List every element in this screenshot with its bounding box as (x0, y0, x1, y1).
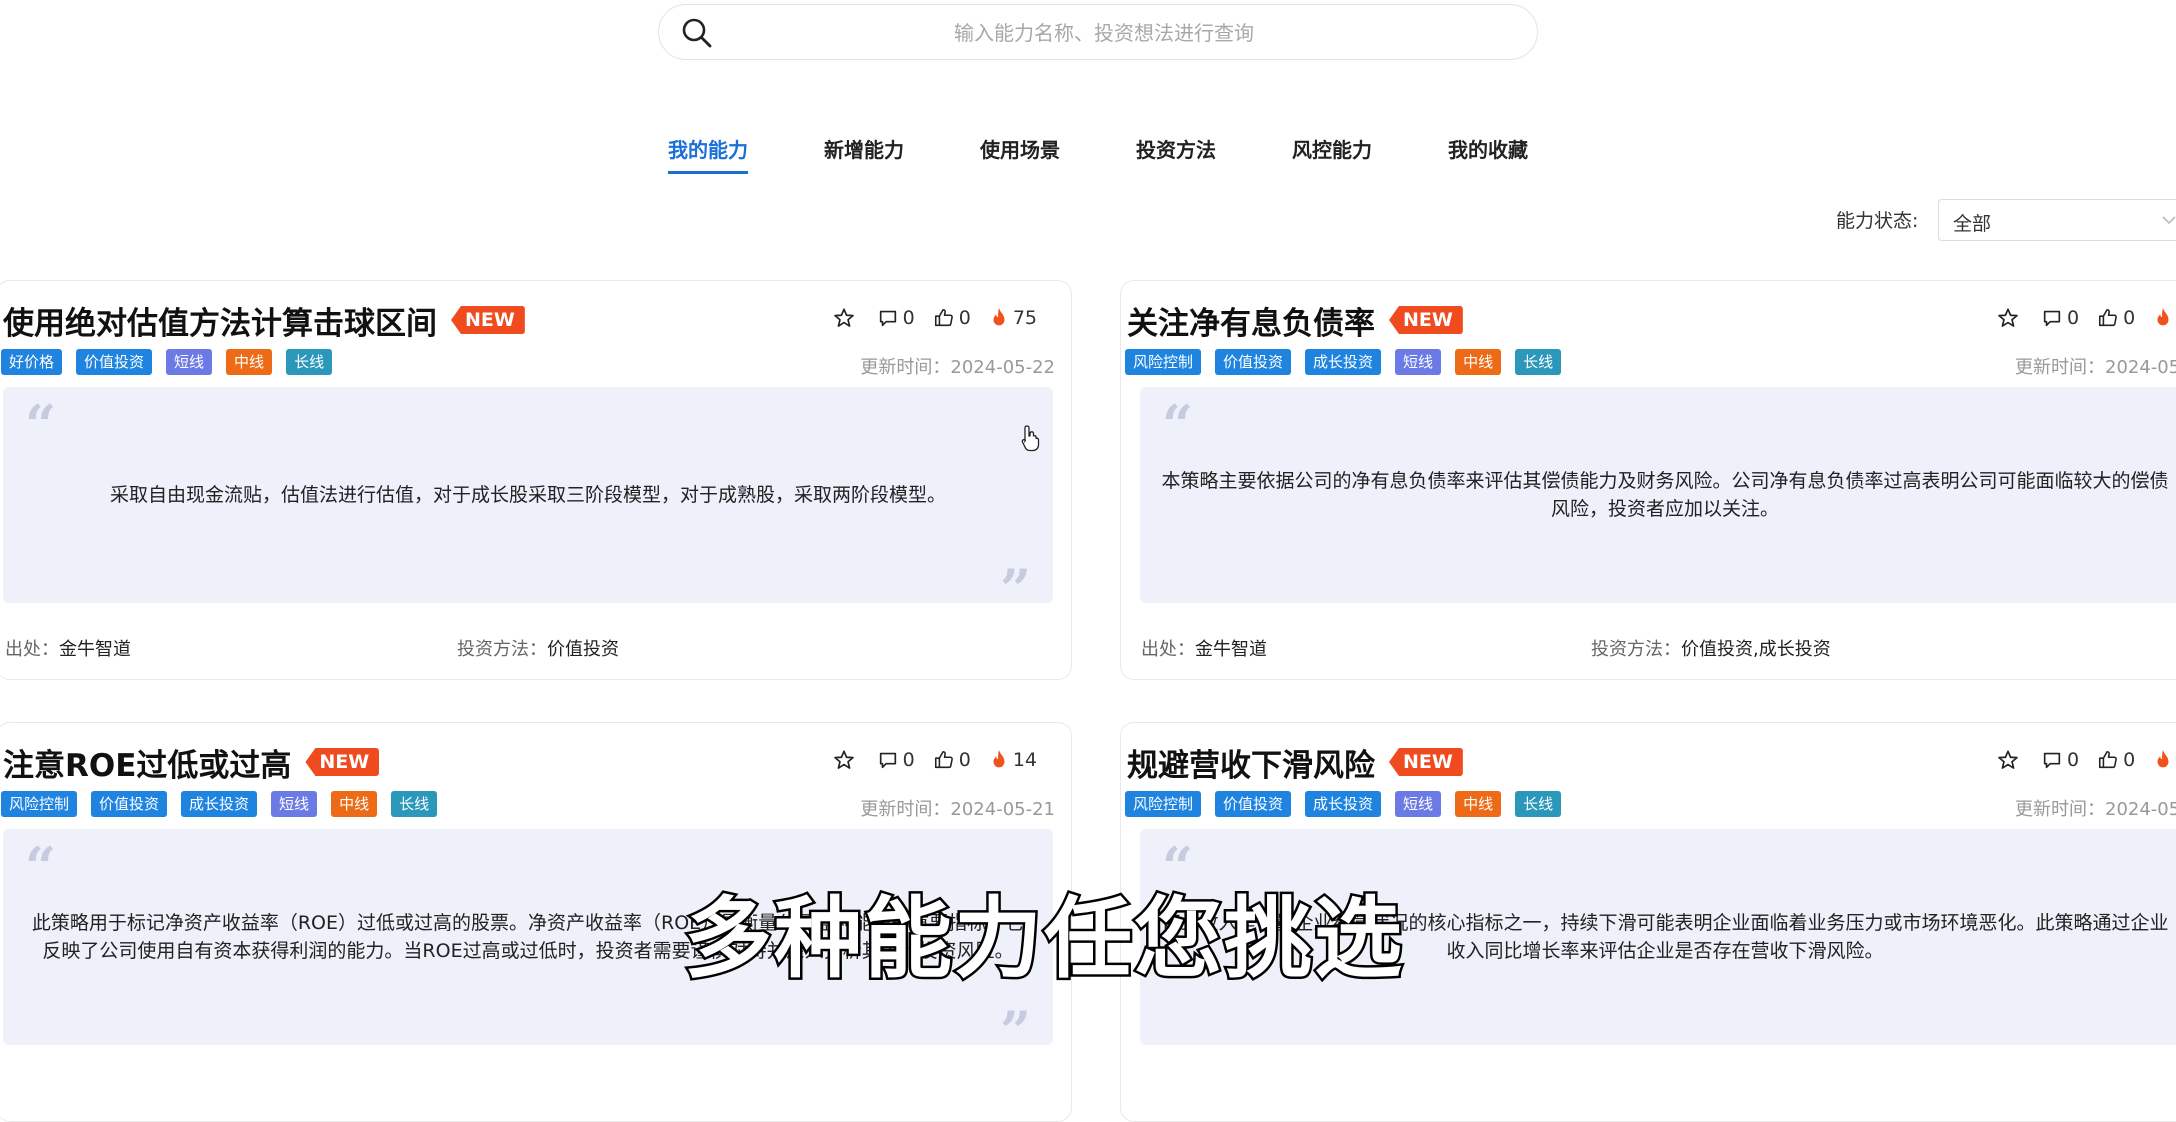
like-count[interactable]: 0 (933, 749, 971, 771)
tab-my-favorites[interactable]: 我的收藏 (1448, 134, 1528, 163)
favorite-button[interactable] (1997, 749, 2023, 771)
tag: 成长投资 (181, 791, 258, 817)
favorite-button[interactable] (1997, 307, 2023, 329)
comment-icon (2043, 310, 2061, 327)
tab-investment-methods[interactable]: 投资方法 (1136, 134, 1216, 163)
fire-icon (993, 749, 1005, 768)
thumbs-up-icon (2099, 750, 2117, 769)
tag: 价值投资 (1215, 349, 1292, 375)
card-title: 注意ROE过低或过高 (3, 747, 292, 784)
card-title: 规避营收下滑风险 (1127, 747, 1375, 784)
new-badge: NEW (305, 748, 380, 776)
star-icon (1998, 308, 2018, 327)
ability-card[interactable]: 关注净有息负债率 NEW 0 0 4 风险控制 价值投资 成长投资 短线 中线 … (1120, 280, 2176, 680)
card-method: 投资方法：价值投资 (457, 639, 619, 660)
updated-time: 更新时间：2024-05-2 (2015, 799, 2176, 820)
tag: 价值投资 (1215, 791, 1292, 817)
new-badge: NEW (1389, 306, 1463, 334)
heat-count: 75 (989, 307, 1037, 329)
like-count[interactable]: 0 (933, 307, 971, 329)
updated-time: 更新时间：2024-05-22 (860, 357, 1055, 378)
card-title: 关注净有息负债率 (1127, 305, 1375, 342)
tag-list: 风险控制 价值投资 成长投资 短线 中线 长线 (1, 791, 451, 817)
comment-count[interactable]: 0 (2041, 749, 2079, 771)
like-count[interactable]: 0 (2097, 307, 2135, 329)
tag: 中线 (331, 791, 378, 817)
tag: 长线 (1515, 791, 1562, 817)
hand-cursor-icon (1021, 425, 1040, 452)
tag: 成长投资 (1305, 791, 1382, 817)
video-subtitle: 多种能力任您挑选 (681, 885, 1405, 993)
tag: 成长投资 (1305, 349, 1382, 375)
new-badge: NEW (1389, 748, 1463, 776)
tag: 中线 (226, 349, 273, 375)
heat-count: 4 (2153, 307, 2176, 329)
tag: 短线 (1395, 791, 1442, 817)
tag: 价值投资 (91, 791, 168, 817)
tag-list: 风险控制 价值投资 成长投资 短线 中线 长线 (1125, 791, 1575, 817)
star-icon (1998, 750, 2018, 769)
card-source: 出处：金牛智道 (1141, 639, 1267, 660)
comment-icon (879, 310, 896, 327)
tag: 风险控制 (1125, 791, 1202, 817)
category-tabs: 我的能力 新增能力 使用场景 投资方法 风控能力 我的收藏 (0, 134, 2176, 174)
search-input[interactable]: 输入能力名称、投资想法进行查询 (954, 5, 1254, 61)
tag: 长线 (391, 791, 438, 817)
card-description: 本策略主要依据公司的净有息负债率来评估其偿债能力及财务风险。公司净有息负债率过高… (1161, 470, 2169, 520)
thumbs-up-icon (934, 308, 953, 327)
comment-count[interactable]: 0 (877, 307, 915, 329)
card-title: 使用绝对估值方法计算击球区间 (3, 305, 437, 342)
tag: 好价格 (1, 349, 63, 375)
tag: 价值投资 (76, 349, 153, 375)
search-icon (682, 18, 712, 48)
fire-icon (2157, 749, 2169, 768)
close-quote-icon: ” (999, 999, 1031, 1063)
tag-list: 好价格 价值投资 短线 中线 长线 (1, 349, 346, 375)
close-quote-icon: ” (999, 557, 1031, 621)
favorite-button[interactable] (833, 749, 859, 771)
chevron-down-icon (2162, 216, 2176, 225)
star-icon (833, 308, 854, 327)
tag: 短线 (166, 349, 213, 375)
new-badge: NEW (451, 306, 525, 334)
heat-count: 1 (2153, 749, 2176, 771)
tag: 中线 (1455, 791, 1502, 817)
description-box: “ 本策略主要依据公司的净有息负债率来评估其偿债能力及财务风险。公司净有息负债率… (1140, 387, 2176, 603)
tag: 短线 (271, 791, 318, 817)
favorite-button[interactable] (833, 307, 859, 329)
tab-add-ability[interactable]: 新增能力 (824, 134, 904, 163)
ability-card[interactable]: 使用绝对估值方法计算击球区间 NEW 0 0 75 好价格 价值投资 短线 中线… (0, 280, 1072, 680)
status-filter-label: 能力状态: (1836, 210, 1919, 232)
updated-time: 更新时间：2024-05-2 (2015, 357, 2176, 378)
tag: 中线 (1455, 349, 1502, 375)
card-description: 采取自由现金流贴，估值法进行估值，对于成长股采取三阶段模型，对于成熟股，采取两阶… (109, 484, 946, 506)
tab-use-scenarios[interactable]: 使用场景 (980, 134, 1060, 163)
tag-list: 风险控制 价值投资 成长投资 短线 中线 长线 (1125, 349, 1575, 375)
tag: 短线 (1395, 349, 1442, 375)
star-icon (833, 750, 854, 769)
comment-icon (879, 752, 896, 769)
comment-icon (2043, 752, 2061, 769)
heat-count: 14 (989, 749, 1037, 771)
status-filter-value: 全部 (1953, 213, 1992, 235)
like-count[interactable]: 0 (2097, 749, 2135, 771)
card-source: 出处：金牛智道 (5, 639, 131, 660)
fire-icon (2157, 307, 2169, 326)
tag: 长线 (286, 349, 333, 375)
tag: 风险控制 (1125, 349, 1202, 375)
comment-count[interactable]: 0 (2041, 307, 2079, 329)
thumbs-up-icon (2099, 308, 2117, 327)
tab-risk-control[interactable]: 风控能力 (1292, 134, 1372, 163)
tag: 风险控制 (1, 791, 78, 817)
tab-my-abilities[interactable]: 我的能力 (668, 134, 748, 174)
status-filter-select[interactable]: 全部 (1938, 199, 2176, 241)
card-method: 投资方法：价值投资,成长投资 (1591, 639, 1831, 660)
updated-time: 更新时间：2024-05-21 (860, 799, 1055, 820)
fire-icon (993, 307, 1005, 326)
thumbs-up-icon (934, 750, 953, 769)
tag: 长线 (1515, 349, 1562, 375)
comment-count[interactable]: 0 (877, 749, 915, 771)
search-bar[interactable]: 输入能力名称、投资想法进行查询 (658, 4, 1538, 60)
description-box: “ 采取自由现金流贴，估值法进行估值，对于成长股采取三阶段模型，对于成熟股，采取… (3, 387, 1053, 621)
